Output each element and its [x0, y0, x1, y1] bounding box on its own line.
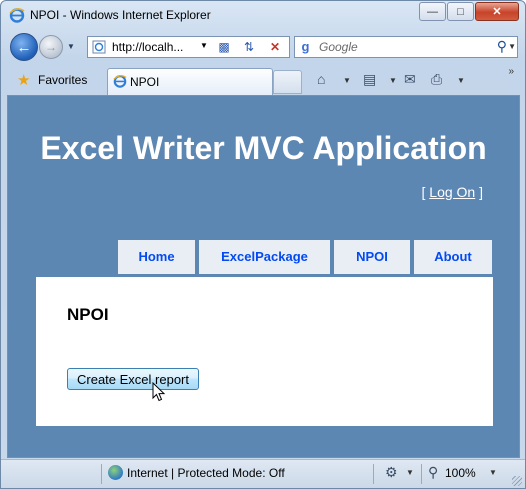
internet-zone-icon [108, 465, 123, 480]
feeds-dropdown-icon[interactable]: ▼ [389, 76, 397, 85]
login-bracket-open: [ [421, 184, 426, 200]
mouse-pointer-icon [152, 382, 166, 402]
recent-pages-dropdown-icon[interactable]: ▼ [67, 42, 75, 51]
browser-window: NPOI - Windows Internet Explorer — □ ✕ ←… [0, 0, 526, 489]
tab-label: NPOI [130, 75, 160, 89]
page-viewport: Excel Writer MVC Application [ Log On ] … [7, 95, 520, 458]
close-icon[interactable]: ✕ [475, 2, 519, 21]
menu-item-home[interactable]: Home [118, 240, 195, 274]
status-bar: Internet | Protected Mode: Off ⚙ ▼ ⚲ 100… [1, 459, 525, 488]
favorites-button[interactable]: Favorites [38, 73, 87, 87]
status-separator [421, 464, 422, 484]
status-separator [373, 464, 374, 484]
navigation-bar: ← → ▼ http://localh... ▼ ▩ ⇅ ✕ g Google … [1, 31, 525, 63]
site-title: Excel Writer MVC Application [40, 130, 487, 166]
mail-icon[interactable]: ✉ [404, 71, 416, 88]
main-content: NPOI Create Excel report [36, 277, 493, 426]
create-excel-report-button[interactable]: Create Excel report [67, 368, 199, 390]
google-logo-icon: g [298, 39, 313, 54]
forward-arrow-icon[interactable]: → [39, 35, 63, 59]
address-bar[interactable]: http://localh... ▼ ▩ ⇅ ✕ [87, 36, 290, 58]
menu-item-npoi[interactable]: NPOI [334, 240, 410, 274]
search-input[interactable]: Google [319, 40, 358, 54]
zoom-level[interactable]: 100% [445, 466, 476, 480]
page-heading: NPOI [67, 305, 109, 324]
more-commands-chevron-icon[interactable]: » [508, 66, 514, 77]
compatibility-view-icon[interactable]: ▩ [214, 38, 234, 55]
zoom-icon[interactable]: ⚲ [428, 464, 438, 481]
title-bar: NPOI - Windows Internet Explorer — □ ✕ [1, 1, 525, 29]
search-options-dropdown-icon[interactable]: ▼ [508, 42, 516, 51]
resize-grip-icon[interactable] [512, 476, 522, 486]
tab-npoi[interactable]: NPOI [107, 68, 273, 95]
page-icon [92, 40, 106, 54]
print-dropdown-icon[interactable]: ▼ [457, 76, 465, 85]
caption-buttons: — □ ✕ [418, 2, 519, 21]
feeds-icon[interactable]: ▤ [363, 71, 376, 88]
address-text[interactable]: http://localh... [112, 40, 183, 54]
refresh-icon[interactable]: ⇅ [239, 38, 259, 55]
main-menu: Home ExcelPackage NPOI About [118, 240, 496, 274]
print-icon[interactable]: ⎙ [431, 71, 442, 88]
protected-mode-dropdown-icon[interactable]: ▼ [406, 468, 414, 477]
ie-page-icon [113, 75, 127, 88]
window-title: NPOI - Windows Internet Explorer [30, 8, 211, 22]
stop-icon[interactable]: ✕ [265, 38, 285, 55]
security-zone-text[interactable]: Internet | Protected Mode: Off [127, 466, 285, 480]
zoom-dropdown-icon[interactable]: ▼ [489, 468, 497, 477]
favorites-tab-bar: ★ Favorites NPOI ⌂ ▼ ▤ ▼ ✉ ⎙ ▼ » [1, 65, 525, 95]
maximize-icon[interactable]: □ [447, 2, 474, 21]
new-tab-button[interactable] [273, 70, 302, 94]
ie-logo-icon [9, 8, 25, 23]
log-on-link[interactable]: Log On [429, 184, 475, 200]
login-display: [ Log On ] [422, 184, 484, 200]
search-box[interactable]: g Google ⚲ ▼ [294, 36, 518, 58]
address-dropdown-icon[interactable]: ▼ [200, 41, 208, 50]
favorites-star-icon[interactable]: ★ [17, 71, 30, 89]
home-dropdown-icon[interactable]: ▼ [343, 76, 351, 85]
search-icon[interactable]: ⚲ [497, 38, 507, 55]
protected-mode-icon[interactable]: ⚙ [385, 464, 398, 481]
menu-item-about[interactable]: About [414, 240, 492, 274]
home-icon[interactable]: ⌂ [317, 71, 325, 87]
status-separator [101, 464, 102, 484]
minimize-icon[interactable]: — [419, 2, 446, 21]
login-bracket-close: ] [479, 184, 483, 200]
menu-item-excelpackage[interactable]: ExcelPackage [199, 240, 330, 274]
back-arrow-icon[interactable]: ← [10, 33, 38, 61]
